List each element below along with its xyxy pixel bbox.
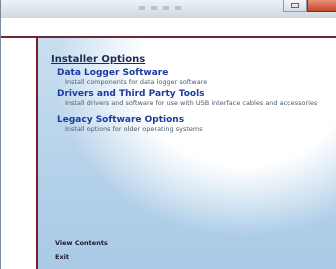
option-title[interactable]: Legacy Software Options: [57, 115, 203, 125]
left-accent-rule: [36, 36, 38, 269]
window-controls: [283, 0, 336, 14]
title-glyph: [151, 6, 157, 10]
title-bar[interactable]: [1, 0, 336, 19]
exit-link[interactable]: Exit: [55, 253, 69, 261]
view-contents-link[interactable]: View Contents: [55, 239, 108, 247]
page-title: Installer Options: [51, 54, 146, 65]
close-button[interactable]: [307, 0, 336, 12]
title-glyph: [163, 6, 169, 10]
option-data-logger-software[interactable]: Data Logger Software Install components …: [57, 68, 207, 86]
option-description: Install options for older operating syst…: [65, 125, 203, 133]
option-title[interactable]: Drivers and Third Party Tools: [57, 89, 317, 99]
option-drivers-and-third-party-tools[interactable]: Drivers and Third Party Tools Install dr…: [57, 89, 317, 107]
title-glyph: [139, 6, 145, 10]
restore-icon: [291, 3, 299, 8]
installer-window: Installer Options Data Logger Software I…: [0, 0, 336, 269]
title-glyph: [175, 6, 181, 10]
option-legacy-software-options[interactable]: Legacy Software Options Install options …: [57, 115, 203, 133]
option-description: Install drivers and software for use wit…: [65, 99, 318, 107]
restore-button[interactable]: [283, 0, 307, 12]
header-band: [1, 18, 336, 36]
title-bar-decoration: [139, 4, 181, 12]
option-description: Install components for data logger softw…: [65, 78, 208, 86]
option-title[interactable]: Data Logger Software: [57, 68, 207, 78]
